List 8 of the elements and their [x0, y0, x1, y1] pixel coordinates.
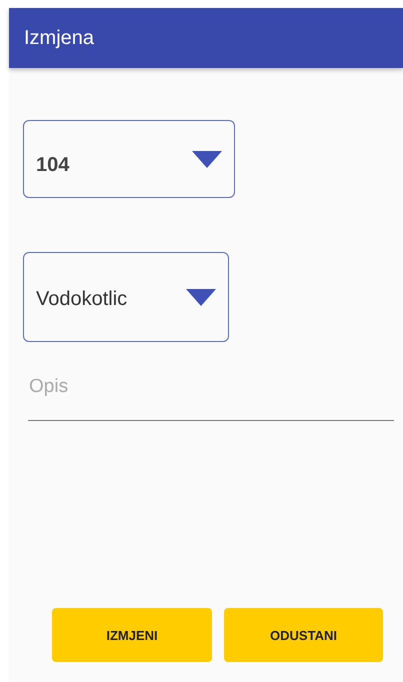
action-button[interactable]: ODUSTANI [224, 608, 383, 662]
input-field[interactable]: Opis [28, 368, 394, 421]
action-button[interactable]: IZMJENI [52, 608, 212, 662]
dropdown[interactable]: 104 [23, 120, 235, 198]
caret-icon [192, 151, 222, 168]
screen-title: Izmjena [24, 26, 94, 50]
caret-icon [186, 289, 216, 306]
dropdown[interactable]: Vodokotlic [23, 252, 229, 342]
